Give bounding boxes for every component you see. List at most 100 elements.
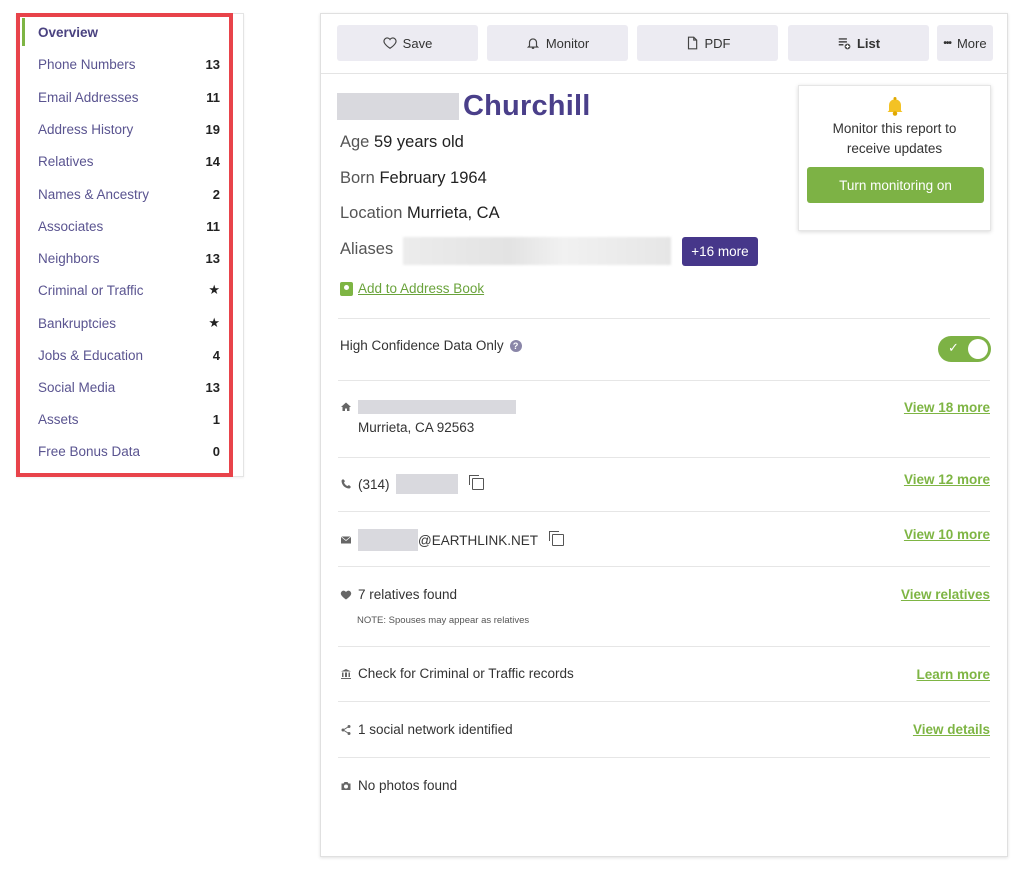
sidebar-item-relatives[interactable]: Relatives 14: [22, 147, 220, 175]
sidebar-item-label: Email Addresses: [38, 89, 139, 105]
list-button[interactable]: List: [788, 25, 929, 61]
view-relatives-link[interactable]: View relatives: [901, 587, 990, 602]
bell-icon: [526, 38, 539, 49]
high-confidence-toggle[interactable]: ✓: [938, 336, 991, 362]
social-row: 1 social network identified: [340, 722, 513, 737]
sidebar-item-count: 2: [212, 186, 220, 202]
born-label: Born: [340, 169, 375, 187]
phone-row: (314): [340, 474, 484, 494]
address-row: [340, 400, 516, 414]
home-icon: [341, 402, 351, 411]
address-city: Murrieta, CA 92563: [358, 420, 475, 435]
sidebar-item-label: Phone Numbers: [38, 56, 136, 72]
redacted-phone: [395, 474, 458, 494]
redacted-aliases: [403, 237, 671, 265]
location-fact: Location Murrieta, CA: [340, 204, 500, 223]
sidebar-item-count: 4: [212, 347, 220, 363]
sidebar-item-label: Overview: [38, 24, 99, 40]
location-label: Location: [340, 204, 403, 222]
toggle-knob: [968, 339, 988, 359]
sidebar-item-address-history[interactable]: Address History 19: [22, 115, 220, 143]
monitor-label: Monitor: [545, 35, 590, 51]
sidebar-item-label: Associates: [38, 218, 104, 234]
save-label: Save: [402, 35, 433, 51]
pdf-label: PDF: [704, 35, 731, 51]
sidebar-item-label: Address History: [38, 121, 134, 137]
pdf-icon: [687, 36, 697, 50]
learn-more-link[interactable]: Learn more: [916, 667, 990, 682]
sidebar-item-free-bonus-data[interactable]: Free Bonus Data 0: [22, 437, 220, 465]
relatives-row: 7 relatives found: [340, 587, 457, 602]
sidebar-item-criminal-or-traffic[interactable]: Criminal or Traffic ★: [22, 276, 220, 304]
star-icon: ★: [208, 315, 220, 330]
sidebar-item-count: 19: [205, 121, 220, 137]
social-text: 1 social network identified: [358, 722, 513, 737]
sidebar-item-count: 13: [205, 379, 220, 395]
sidebar-item-label: Neighbors: [38, 250, 100, 266]
criminal-row: Check for Criminal or Traffic records: [340, 666, 574, 681]
divider: [338, 457, 990, 458]
sidebar-item-jobs-education[interactable]: Jobs & Education 4: [22, 341, 220, 369]
age-fact: Age 59 years old: [340, 133, 464, 152]
pdf-button[interactable]: PDF: [637, 25, 778, 61]
save-button[interactable]: Save: [337, 25, 478, 61]
photos-text: No photos found: [358, 778, 458, 793]
more-button[interactable]: ••• More: [937, 25, 993, 61]
redacted-street: [358, 400, 516, 414]
sidebar-item-email-addresses[interactable]: Email Addresses 11: [22, 83, 220, 111]
copy-icon[interactable]: [548, 531, 564, 546]
criminal-text: Check for Criminal or Traffic records: [358, 666, 574, 681]
view-details-link[interactable]: View details: [913, 722, 990, 737]
email-view-more-link[interactable]: View 10 more: [904, 527, 990, 542]
sidebar-item-associates[interactable]: Associates 11: [22, 212, 220, 240]
sidebar-item-count: 13: [205, 56, 220, 72]
sidebar-item-neighbors[interactable]: Neighbors 13: [22, 244, 220, 272]
sidebar-item-phone-numbers[interactable]: Phone Numbers 13: [22, 50, 220, 78]
help-icon[interactable]: ?: [509, 339, 522, 352]
divider: [338, 511, 990, 512]
sidebar-item-count: 11: [206, 89, 220, 105]
sidebar-item-social-media[interactable]: Social Media 13: [22, 373, 220, 401]
born-fact: Born February 1964: [340, 169, 487, 188]
sidebar-item-count: 0: [212, 443, 220, 459]
phone-view-more-link[interactable]: View 12 more: [904, 472, 990, 487]
copy-icon[interactable]: [468, 475, 484, 490]
sidebar-item-label: Jobs & Education: [38, 347, 144, 363]
phone-icon: [341, 479, 351, 489]
email-domain: @EARTHLINK.NET: [418, 532, 538, 548]
sidebar-item-label: Bankruptcies: [38, 315, 117, 331]
add-to-address-book-link[interactable]: Add to Address Book: [340, 281, 484, 296]
sidebar-item-overview[interactable]: Overview: [22, 18, 220, 46]
star-icon: ★: [208, 282, 220, 297]
aliases-more-button[interactable]: +16 more: [682, 237, 758, 266]
redacted-email-user: [358, 529, 418, 551]
surname: Churchill: [463, 89, 591, 122]
monitor-report-box: Monitor this report to receive updates T…: [798, 85, 991, 231]
turn-monitoring-on-button[interactable]: Turn monitoring on: [807, 167, 984, 203]
photos-row: No photos found: [340, 778, 457, 793]
courthouse-icon: [341, 668, 351, 679]
report-card: Save Monitor PDF List ••• More Churchill…: [320, 13, 1008, 857]
share-icon: [341, 724, 351, 735]
address-view-more-link[interactable]: View 18 more: [904, 400, 990, 415]
age-label: Age: [340, 133, 370, 151]
phone-prefix: (314): [358, 476, 390, 492]
monitor-button[interactable]: Monitor: [487, 25, 628, 61]
divider: [338, 380, 990, 381]
heart-icon: [383, 37, 397, 49]
add-to-address-book-label: Add to Address Book: [358, 281, 485, 296]
sidebar-item-label: Relatives: [38, 153, 94, 169]
divider: [338, 566, 990, 567]
divider: [338, 646, 990, 647]
high-confidence-label: High Confidence Data Only ?: [340, 338, 522, 353]
born-value: February 1964: [379, 169, 487, 187]
aliases-label: Aliases: [340, 240, 394, 258]
sidebar-item-label: Free Bonus Data: [38, 443, 141, 459]
dots-icon: •••: [943, 37, 951, 49]
person-name: Churchill: [337, 90, 590, 122]
sidebar-item-names-ancestry[interactable]: Names & Ancestry 2: [22, 180, 220, 208]
aliases-fact: Aliases: [340, 240, 393, 259]
sidebar-item-assets[interactable]: Assets 1: [22, 405, 220, 433]
sidebar-item-bankruptcies[interactable]: Bankruptcies ★: [22, 309, 220, 337]
envelope-icon: [340, 536, 352, 544]
